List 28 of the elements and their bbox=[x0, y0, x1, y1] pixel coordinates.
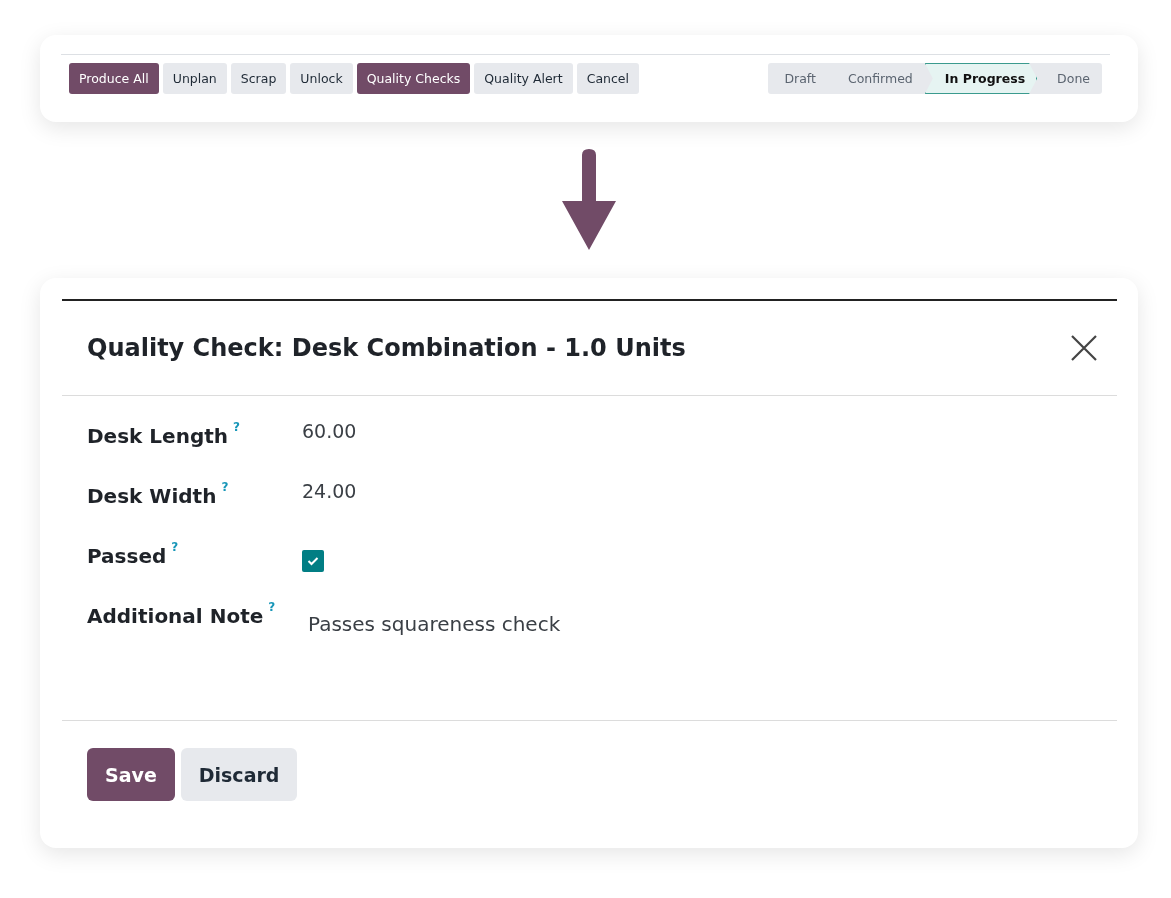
toolbar-button[interactable]: Produce All bbox=[69, 63, 159, 94]
toolbar-button[interactable]: Quality Alert bbox=[474, 63, 573, 94]
field-label: Desk Length bbox=[87, 423, 228, 448]
help-tooltip-mark[interactable]: ? bbox=[268, 600, 276, 614]
toolbar-button[interactable]: Quality Checks bbox=[356, 63, 471, 94]
field-label: Additional Note bbox=[87, 603, 264, 628]
checkmark-icon bbox=[307, 556, 319, 566]
help-tooltip-mark[interactable]: ? bbox=[233, 420, 240, 434]
toolbar-button[interactable]: Scrap bbox=[230, 63, 287, 94]
field-label: Passed bbox=[87, 543, 167, 568]
discard-button[interactable]: Discard bbox=[180, 748, 298, 801]
note-input-field[interactable]: Passes squareness check bbox=[302, 610, 708, 638]
dialog-title: Quality Check: Desk Combination - 1.0 Units bbox=[87, 334, 686, 362]
help-tooltip-mark[interactable]: ? bbox=[171, 540, 179, 554]
field-value: 60.00 bbox=[302, 419, 357, 442]
close-icon[interactable] bbox=[1071, 335, 1097, 361]
field-label: Desk Width bbox=[87, 483, 217, 508]
status-step[interactable]: In Progress bbox=[924, 63, 1038, 94]
toolbar-button[interactable]: Unlock bbox=[290, 63, 353, 94]
save-button[interactable]: Save bbox=[87, 748, 175, 801]
toolbar-button[interactable]: Cancel bbox=[576, 63, 640, 94]
status-step[interactable]: Done bbox=[1037, 63, 1102, 94]
toolbar-button[interactable]: Unplan bbox=[162, 63, 227, 94]
checkbox[interactable] bbox=[302, 550, 324, 572]
status-step[interactable]: Draft bbox=[768, 63, 828, 94]
down-arrow-icon bbox=[562, 149, 616, 250]
status-step[interactable]: Confirmed bbox=[827, 63, 925, 94]
field-value: 24.00 bbox=[302, 479, 357, 502]
